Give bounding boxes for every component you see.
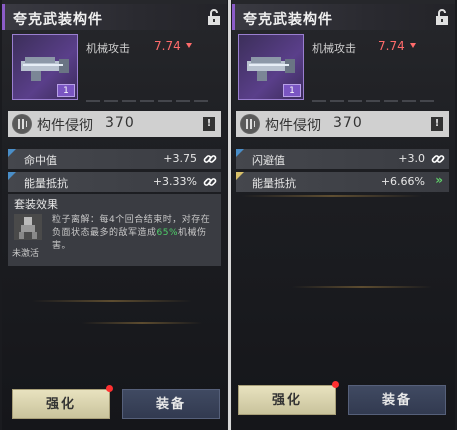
component-icon xyxy=(240,114,260,134)
item-thumbnail[interactable]: 1 xyxy=(12,34,78,100)
equipment-panel-right: 夸克武装构件 1 机械攻击 7.74 构件侵彻 370 ! 闪避值 +3.0 能… xyxy=(232,0,455,430)
item-thumbnail[interactable]: 1 xyxy=(238,34,304,100)
equip-button[interactable]: 装备 xyxy=(122,389,220,419)
attribute-value: +3.0 xyxy=(398,152,425,165)
sub-attribute-row: 命中值 +3.75 xyxy=(8,149,221,169)
level-bars xyxy=(86,88,216,102)
background-streak xyxy=(292,286,432,288)
sub-attribute-row: 闪避值 +3.0 xyxy=(236,149,449,169)
info-icon[interactable]: ! xyxy=(203,117,215,131)
component-label: 构件侵彻 xyxy=(265,118,321,134)
component-penetration-bar: 构件侵彻 370 ! xyxy=(236,111,449,137)
attribute-corner-marker xyxy=(236,149,244,157)
item-info: 1 机械攻击 7.74 xyxy=(2,32,227,106)
component-label: 构件侵彻 xyxy=(37,118,93,134)
item-title: 夸克武装构件 xyxy=(13,12,103,28)
component-icon xyxy=(12,114,32,134)
notification-dot xyxy=(332,381,339,388)
title-bar: 夸克武装构件 xyxy=(2,4,227,30)
link-icon[interactable] xyxy=(203,175,217,189)
background-streak xyxy=(82,322,202,324)
attribute-label: 能量抵抗 xyxy=(24,177,68,190)
item-info: 1 机械攻击 7.74 xyxy=(232,32,455,106)
decrease-arrow-icon xyxy=(186,43,192,48)
main-stat-value: 7.74 xyxy=(154,39,181,53)
link-icon[interactable] xyxy=(431,152,445,166)
set-mech-icon xyxy=(14,214,42,240)
component-value: 370 xyxy=(105,115,135,131)
double-chevron-right-icon[interactable]: » xyxy=(435,173,443,187)
attribute-label: 命中值 xyxy=(24,154,57,167)
main-stat-label: 机械攻击 xyxy=(86,42,130,55)
item-title: 夸克武装构件 xyxy=(243,12,333,28)
info-icon[interactable]: ! xyxy=(431,117,443,131)
attribute-value: +3.33% xyxy=(152,175,197,188)
background-streak xyxy=(242,195,422,197)
component-value: 370 xyxy=(333,115,363,131)
level-badge: 1 xyxy=(283,84,301,97)
attribute-label: 能量抵抗 xyxy=(252,177,296,190)
panel-divider xyxy=(228,0,231,430)
link-icon[interactable] xyxy=(203,152,217,166)
attribute-value: +6.66% xyxy=(380,175,425,188)
attribute-corner-marker xyxy=(236,172,244,180)
set-description: 粒子离解：每4个回合结束时，对存在负面状态最多的敌军造成65%机械伤害。 xyxy=(52,214,218,253)
decrease-arrow-icon xyxy=(410,43,416,48)
equip-button[interactable]: 装备 xyxy=(348,385,446,415)
equipment-panel-left: 夸克武装构件 1 机械攻击 7.74 构件侵彻 370 ! 命中值 +3.75 … xyxy=(2,0,227,430)
upgrade-button[interactable]: 强化 xyxy=(238,385,336,415)
sub-attribute-row: 能量抵抗 +6.66% » xyxy=(236,172,449,192)
unlock-icon[interactable] xyxy=(435,9,449,25)
level-badge: 1 xyxy=(57,84,75,97)
set-effect-box: 套装效果 未激活 粒子离解：每4个回合结束时，对存在负面状态最多的敌军造成65%… xyxy=(8,194,221,266)
attribute-corner-marker xyxy=(8,149,16,157)
sub-attribute-row: 能量抵抗 +3.33% xyxy=(8,172,221,192)
unlock-icon[interactable] xyxy=(207,9,221,25)
attribute-value: +3.75 xyxy=(163,152,197,165)
background-streak xyxy=(32,300,192,302)
main-stat-value: 7.74 xyxy=(378,39,405,53)
main-stat-label: 机械攻击 xyxy=(312,42,356,55)
title-bar: 夸克武装构件 xyxy=(232,4,455,30)
upgrade-button[interactable]: 强化 xyxy=(12,389,110,419)
set-status: 未激活 xyxy=(12,249,40,259)
component-penetration-bar: 构件侵彻 370 ! xyxy=(8,111,221,137)
attribute-label: 闪避值 xyxy=(252,154,285,167)
set-effect-title: 套装效果 xyxy=(14,198,58,211)
set-desc-percent: 65% xyxy=(156,228,179,238)
notification-dot xyxy=(106,385,113,392)
level-bars xyxy=(312,88,442,102)
attribute-corner-marker xyxy=(8,172,16,180)
